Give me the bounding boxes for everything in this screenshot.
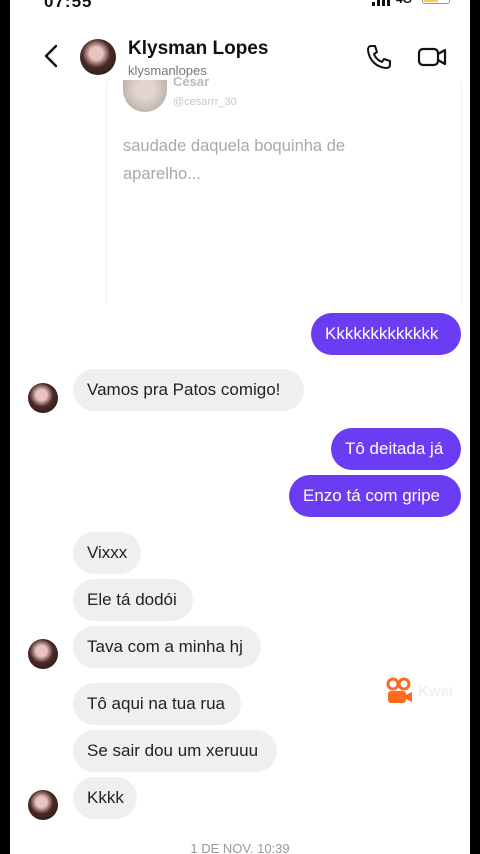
contact-avatar[interactable] (80, 39, 116, 75)
voice-call-button[interactable] (364, 42, 394, 72)
signal-icon (372, 0, 390, 6)
message-bubble-outgoing[interactable]: Tô deitada já (331, 428, 461, 470)
message-bubble-incoming[interactable]: Tava com a minha hj (73, 626, 261, 668)
status-bar: 07:55 4G (10, 0, 470, 14)
video-camera-icon (417, 47, 447, 67)
contact-name[interactable]: Klysman Lopes (128, 38, 268, 60)
shared-post-handle: @cesarrr_30 (173, 96, 237, 108)
message-bubble-incoming[interactable]: Ele tá dodói (73, 579, 193, 621)
chevron-left-icon (44, 44, 58, 68)
watermark-text: Kwai (418, 682, 454, 700)
message-bubble-incoming[interactable]: Tô aqui na tua rua (73, 683, 241, 725)
conversation-timestamp: 1 DE NOV. 10:39 (190, 841, 290, 854)
back-button[interactable] (38, 42, 66, 70)
message-bubble-incoming[interactable]: Vixxx (73, 532, 141, 574)
video-call-button[interactable] (416, 42, 448, 72)
message-bubble-incoming[interactable]: Vamos pra Patos comigo! (73, 369, 304, 411)
shared-post[interactable]: César @cesarrr_30 saudade daquela boquin… (106, 74, 462, 304)
battery-icon (422, 0, 450, 4)
message-bubble-incoming[interactable]: Kkkk (73, 777, 137, 819)
kwai-logo-icon (386, 677, 412, 703)
status-time: 07:55 (44, 0, 93, 11)
message-bubble-outgoing[interactable]: Kkkkkkkkkkkkk (311, 313, 461, 355)
message-bubble-outgoing[interactable]: Enzo tá com gripe (289, 475, 461, 517)
message-bubble-incoming[interactable]: Se sair dou um xeruuu (73, 730, 277, 772)
contact-avatar-small[interactable] (28, 639, 58, 669)
contact-avatar-small[interactable] (28, 383, 58, 413)
shared-post-author: César (173, 74, 210, 89)
network-type: 4G (396, 0, 412, 6)
shared-post-text: saudade daquela boquinha de aparelho... (123, 137, 346, 183)
chat-header: Klysman Lopes klysmanlopes (10, 28, 470, 86)
kwai-watermark: Kwai (384, 676, 453, 706)
chat-screen: 07:55 4G Klysman Lopes klysmanlopes Césa… (10, 0, 470, 854)
phone-icon (367, 45, 391, 69)
contact-avatar-small[interactable] (28, 790, 58, 820)
shared-post-avatar (123, 80, 167, 112)
